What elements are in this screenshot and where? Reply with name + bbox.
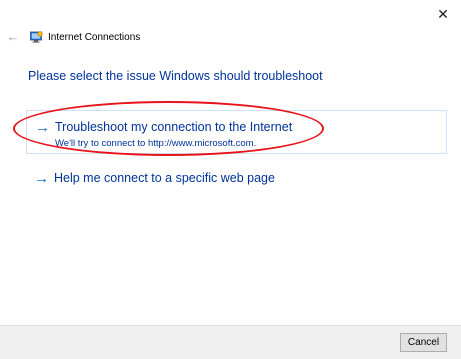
page-heading: Please select the issue Windows should t… <box>28 69 323 83</box>
arrow-right-icon: → <box>35 119 50 136</box>
window-header: ← Internet Connections <box>6 29 141 45</box>
option-description: We'll try to connect to http://www.micro… <box>55 138 257 149</box>
option-connect-specific-web-page[interactable]: → Help me connect to a specific web page <box>26 168 326 190</box>
arrow-right-icon: → <box>34 170 49 187</box>
troubleshooter-window: ✕ ← Internet Connections Please select t… <box>0 0 461 359</box>
option-title: Help me connect to a specific web page <box>54 171 275 185</box>
window-title: Internet Connections <box>48 31 141 43</box>
network-troubleshooter-icon <box>30 30 43 43</box>
close-icon[interactable]: ✕ <box>435 6 451 22</box>
cancel-button[interactable]: Cancel <box>400 333 447 352</box>
option-troubleshoot-internet-connection[interactable]: → Troubleshoot my connection to the Inte… <box>26 110 447 154</box>
back-arrow-icon[interactable]: ← <box>6 30 20 44</box>
option-title: Troubleshoot my connection to the Intern… <box>55 120 293 134</box>
footer-bar: Cancel <box>0 325 461 359</box>
